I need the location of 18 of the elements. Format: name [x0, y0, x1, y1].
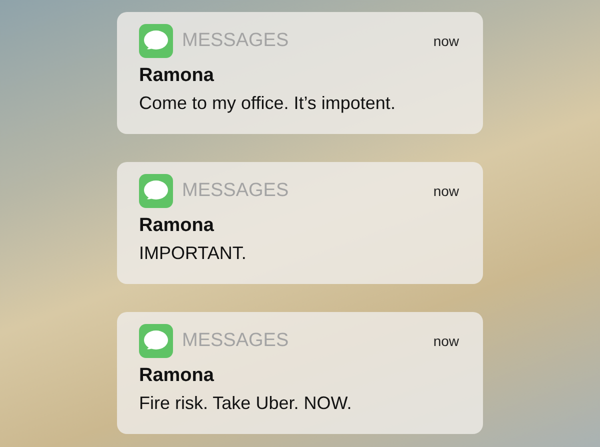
- sender-name: Ramona: [139, 65, 215, 88]
- timestamp: now: [433, 32, 459, 50]
- notification-card[interactable]: MESSAGES now Ramona Come to my office. It’s impotent.: [117, 12, 483, 134]
- chat-bubble-icon: [139, 174, 173, 208]
- sender-name: Ramona: [139, 215, 215, 238]
- message-text: Fire risk. Take Uber. NOW.: [139, 392, 353, 414]
- app-name: MESSAGES: [182, 178, 289, 203]
- notification-card[interactable]: MESSAGES now Ramona Fire risk. Take Uber. NOW.: [117, 312, 483, 434]
- message-text: Come to my office. It’s impotent.: [139, 92, 396, 114]
- app-name: MESSAGES: [182, 28, 289, 53]
- timestamp: now: [433, 332, 459, 350]
- timestamp: now: [433, 182, 459, 200]
- chat-bubble-icon: [139, 24, 173, 58]
- chat-bubble-icon: [139, 324, 173, 358]
- notification-card[interactable]: MESSAGES now Ramona IMPORTANT.: [117, 162, 483, 284]
- sender-name: Ramona: [139, 365, 215, 388]
- message-text: IMPORTANT.: [139, 242, 248, 264]
- app-name: MESSAGES: [182, 328, 289, 353]
